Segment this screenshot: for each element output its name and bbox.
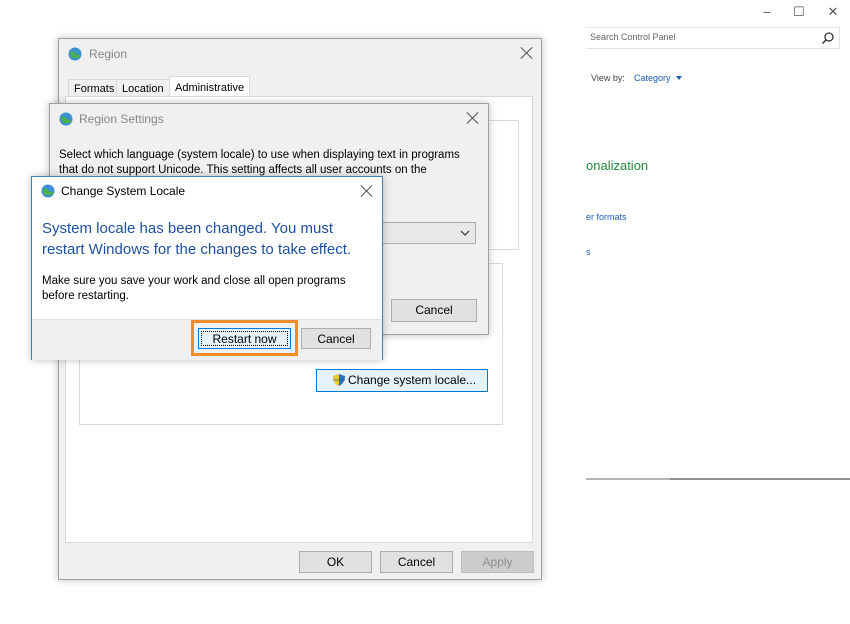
change-system-locale-button[interactable]: Change system locale... xyxy=(316,369,488,392)
main-instruction-line: System locale has been changed. You must xyxy=(42,220,334,237)
supplemental-text: Make sure you save your work and close a… xyxy=(42,274,346,304)
dialog-title: Change System Locale xyxy=(61,184,186,198)
close-icon[interactable] xyxy=(463,108,483,128)
window-title: Region xyxy=(89,47,128,61)
view-by-dropdown[interactable]: Category xyxy=(634,73,671,83)
tab-administrative[interactable]: Administrative xyxy=(169,76,251,98)
window-title: Region Settings xyxy=(79,112,164,126)
view-by-label: View by: xyxy=(591,73,625,83)
close-icon[interactable] xyxy=(517,43,537,63)
change-system-locale-label: Change system locale... xyxy=(348,373,477,387)
dropdown-arrow-icon xyxy=(676,76,682,80)
globe-icon xyxy=(59,112,73,126)
apply-button[interactable]: Apply xyxy=(461,551,534,573)
supplemental-line: Make sure you save your work and close a… xyxy=(42,275,346,287)
change-system-locale-dialog: Change System Locale System locale has b… xyxy=(31,176,383,360)
horizontal-scrollbar[interactable] xyxy=(586,478,850,480)
minimize-button[interactable]: – xyxy=(752,2,782,22)
main-instruction: System locale has been changed. You must… xyxy=(42,218,351,260)
restart-now-button[interactable]: Restart now xyxy=(198,328,291,349)
globe-icon xyxy=(41,184,55,198)
description-text: Select which language (system locale) to… xyxy=(59,148,484,178)
category-link[interactable]: s xyxy=(586,247,591,257)
search-placeholder: Search Control Panel xyxy=(590,32,676,42)
description-line: Select which language (system locale) to… xyxy=(59,149,460,161)
cancel-button[interactable]: Cancel xyxy=(301,328,371,349)
cancel-button[interactable]: Cancel xyxy=(380,551,453,573)
cancel-button[interactable]: Cancel xyxy=(391,299,477,322)
shield-icon xyxy=(333,374,345,386)
maximize-button[interactable]: ☐ xyxy=(784,2,814,22)
chevron-down-icon xyxy=(460,230,470,236)
search-input[interactable]: Search Control Panel xyxy=(586,27,840,49)
scrollbar-thumb[interactable] xyxy=(670,478,850,480)
globe-icon xyxy=(68,47,82,61)
close-button[interactable]: ✕ xyxy=(818,2,848,22)
supplemental-line: before restarting. xyxy=(42,290,129,302)
ok-button[interactable]: OK xyxy=(299,551,372,573)
category-link[interactable]: er formats xyxy=(586,212,627,222)
close-icon[interactable] xyxy=(357,181,377,201)
category-heading[interactable]: onalization xyxy=(586,158,648,173)
main-instruction-line: restart Windows for the changes to take … xyxy=(42,241,352,258)
search-icon[interactable] xyxy=(821,31,835,45)
